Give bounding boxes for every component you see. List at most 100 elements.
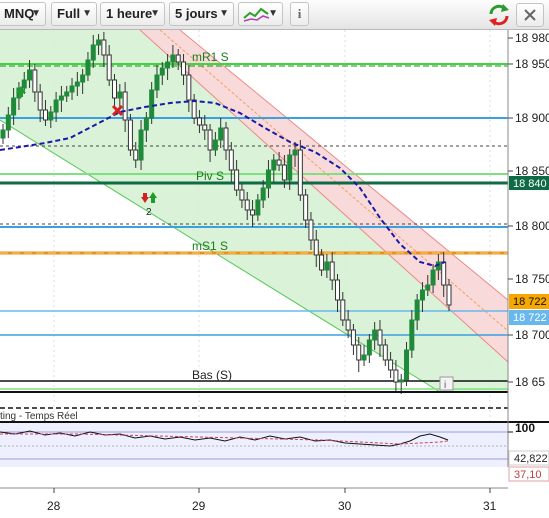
candle-body (430, 269, 436, 286)
oscillator-panel (0, 423, 508, 467)
chart-area[interactable]: mR1 S Piv S mS1 S Bas (S) 2 i ting - Tem… (0, 29, 549, 515)
timeframe-label: 1 heure (106, 6, 153, 21)
candle-body (404, 349, 410, 381)
price-tick-label: 18 750 (515, 272, 549, 286)
candle-body (319, 254, 325, 271)
candle-body (223, 127, 229, 151)
candle-body (48, 111, 54, 121)
candle-body (85, 59, 91, 76)
price-tick-label: 18 900 (515, 111, 549, 125)
candle-body (186, 74, 192, 101)
candle-body (112, 79, 117, 99)
candle-body (170, 54, 176, 63)
level-label-bas: Bas (S) (192, 368, 232, 382)
candle-body (96, 39, 102, 46)
price-tick-label: 18 850 (515, 164, 549, 178)
price-badge-bid: 18 722 (509, 310, 549, 325)
candle-body (218, 127, 224, 141)
level-label-mr1: mR1 S (192, 50, 229, 64)
candle-body (181, 61, 187, 76)
candle-body (308, 219, 314, 241)
price-badge-current: 18 722 (509, 294, 549, 309)
candle-body (335, 279, 340, 301)
info-icon: i (297, 6, 302, 21)
candle-body (340, 299, 346, 321)
candle-body (175, 54, 181, 63)
info-marker[interactable] (439, 376, 454, 391)
chevron-down-icon: ▼ (268, 8, 278, 19)
candle-body (297, 149, 303, 196)
time-label-28: 28 (47, 499, 61, 513)
candle-body (191, 99, 197, 119)
candle-body (255, 199, 261, 216)
refresh-button[interactable] (486, 3, 512, 27)
level-label-ms1: mS1 S (192, 239, 228, 253)
price-chart[interactable]: mR1 S Piv S mS1 S Bas (S) 2 i ting - Tem… (0, 29, 549, 515)
candle-body (149, 89, 155, 119)
timeframe-selector[interactable]: 1 heure ▼ (100, 2, 165, 26)
candle-body (398, 379, 404, 383)
price-tick-label: 18 800 (515, 219, 549, 233)
chevron-down-icon: ▼ (219, 8, 229, 19)
candle-body (42, 109, 48, 121)
symbol-selector[interactable]: MNQ ▼ (0, 2, 46, 26)
candle-body (276, 159, 282, 166)
candle-body (260, 187, 266, 201)
candle-body (292, 149, 298, 156)
candle-body (212, 139, 218, 151)
candle-body (37, 91, 43, 111)
candle-body (32, 69, 38, 93)
candle-body (250, 209, 256, 216)
candle-body (228, 149, 234, 171)
candle-body (202, 124, 208, 131)
candle-body (21, 79, 27, 89)
oscillator-value-1: 42,822 (514, 453, 548, 465)
oscillator-value-2: 37,10 (514, 469, 542, 481)
price-tick-label: 18 65 (515, 375, 545, 389)
price-badge-pivot: 18 840 (509, 176, 549, 190)
candle-body (393, 369, 399, 383)
refresh-icon (489, 4, 509, 26)
close-button[interactable] (516, 3, 544, 27)
chevron-down-icon: ▼ (31, 8, 41, 19)
candle-body (234, 169, 240, 191)
candle-body (329, 261, 335, 281)
candle-body (143, 117, 149, 131)
candle-body (244, 199, 250, 211)
candle-body (361, 354, 367, 361)
info-button[interactable]: i (290, 2, 309, 26)
time-label-29: 29 (192, 499, 206, 513)
price-tick-label: 18 980 (515, 31, 549, 45)
candle-body (64, 91, 70, 97)
chart-toolbar: MNQ ▼ Full ▼ 1 heure ▼ 5 jours ▼ ▼ i (0, 0, 549, 30)
price-badge-pivot-text: 18 840 (513, 178, 547, 190)
level-label-piv: Piv S (196, 169, 224, 183)
candle-body (239, 189, 245, 201)
candle-body (425, 284, 431, 291)
candle-body (196, 117, 202, 126)
time-label-30: 30 (338, 499, 352, 513)
chart-type-button[interactable]: ▼ (238, 2, 283, 26)
candle-body (419, 289, 425, 301)
mode-selector[interactable]: Full ▼ (51, 2, 97, 26)
info-marker-glyph: i (444, 380, 446, 391)
candle-body (74, 81, 80, 87)
candle-body (382, 344, 388, 361)
candle-body (117, 91, 123, 99)
candle-body (154, 74, 160, 91)
period-selector[interactable]: 5 jours ▼ (169, 2, 234, 26)
candle-body (69, 85, 75, 93)
candle-body (5, 114, 11, 131)
candle-body (409, 319, 415, 351)
candle-body (350, 329, 356, 346)
candle-body (265, 169, 271, 189)
candle-body (159, 67, 165, 76)
candle-body (356, 344, 362, 361)
candle-body (80, 74, 86, 83)
candle-body (101, 39, 107, 56)
candle-body (446, 284, 452, 306)
symbol-label: MNQ (4, 6, 35, 21)
mode-label: Full (57, 6, 81, 21)
candle-body (165, 61, 171, 69)
time-label-31: 31 (483, 499, 497, 513)
